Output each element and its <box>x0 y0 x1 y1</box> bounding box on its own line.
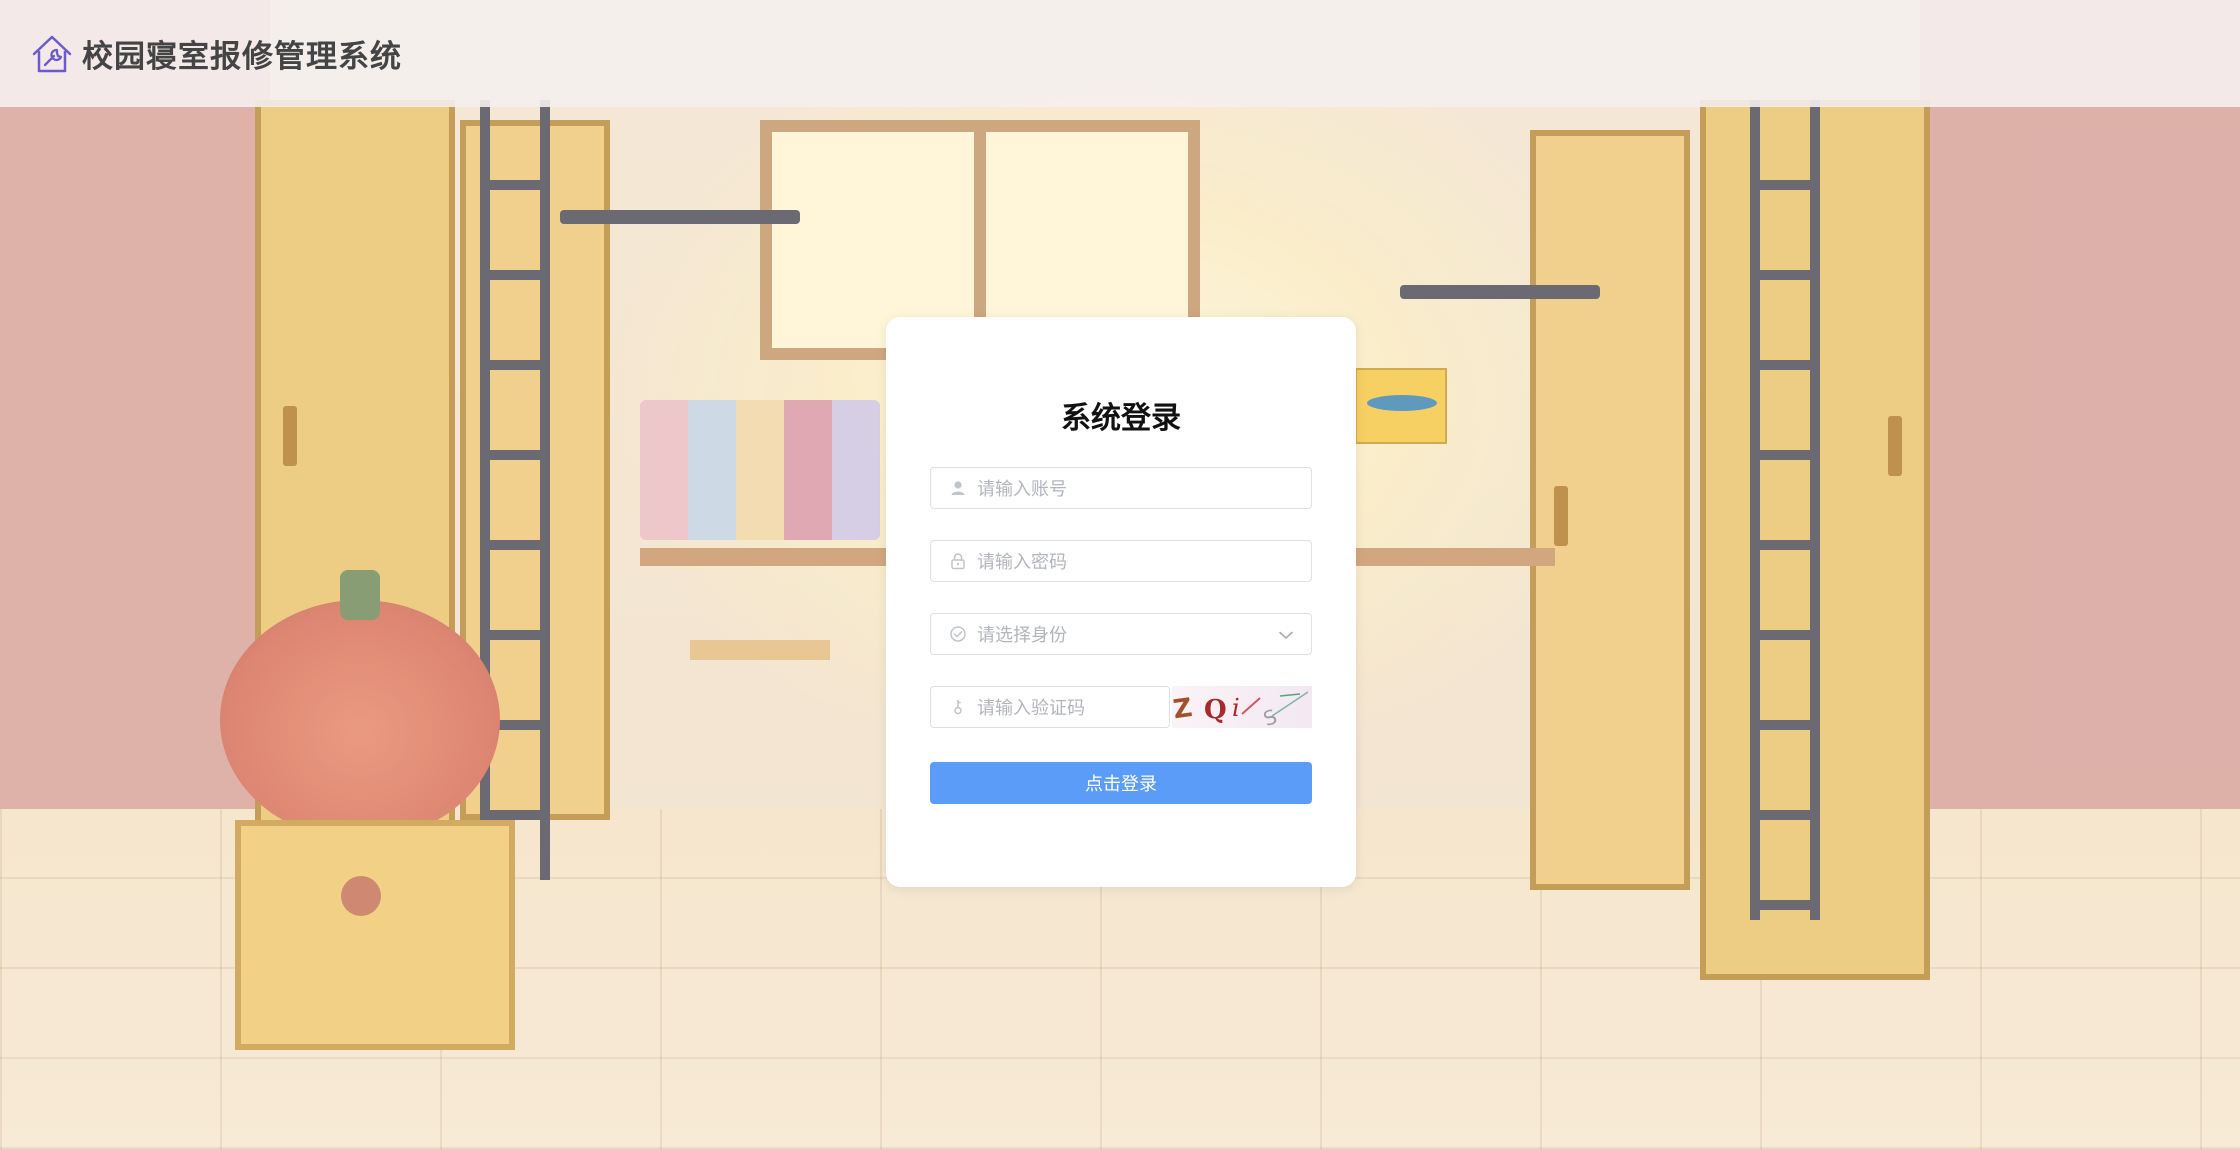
key-icon <box>949 698 967 716</box>
brand: 校园寝室报修管理系统 <box>30 31 402 76</box>
password-field[interactable]: 请输入密码 <box>930 540 1312 582</box>
chevron-down-icon[interactable] <box>1277 626 1295 644</box>
login-card: 系统登录 请输入账号 请输入密码 请选择身份 请输入验证码 Z Q i S 点击… <box>886 317 1356 887</box>
app-title: 校园寝室报修管理系统 <box>82 39 402 75</box>
house-wrench-icon <box>30 32 74 76</box>
role-select[interactable]: 请选择身份 <box>930 613 1312 655</box>
check-circle-icon <box>949 625 967 643</box>
password-placeholder: 请输入密码 <box>977 552 1067 573</box>
header-bar: 校园寝室报修管理系统 <box>0 0 2240 107</box>
svg-text:Z: Z <box>1172 693 1194 725</box>
svg-text:Q: Q <box>1204 695 1227 725</box>
svg-text:i: i <box>1232 694 1240 722</box>
captcha-input[interactable]: 请输入验证码 <box>930 686 1170 728</box>
captcha-image[interactable]: Z Q i S <box>1172 686 1312 728</box>
login-title: 系统登录 <box>1061 401 1181 436</box>
captcha-placeholder: 请输入验证码 <box>977 698 1085 719</box>
username-placeholder: 请输入账号 <box>977 479 1067 500</box>
role-placeholder: 请选择身份 <box>977 625 1067 646</box>
lock-icon <box>949 552 967 570</box>
svg-text:S: S <box>1260 704 1280 728</box>
user-icon <box>949 479 967 497</box>
login-button[interactable]: 点击登录 <box>930 762 1312 804</box>
username-field[interactable]: 请输入账号 <box>930 467 1312 509</box>
